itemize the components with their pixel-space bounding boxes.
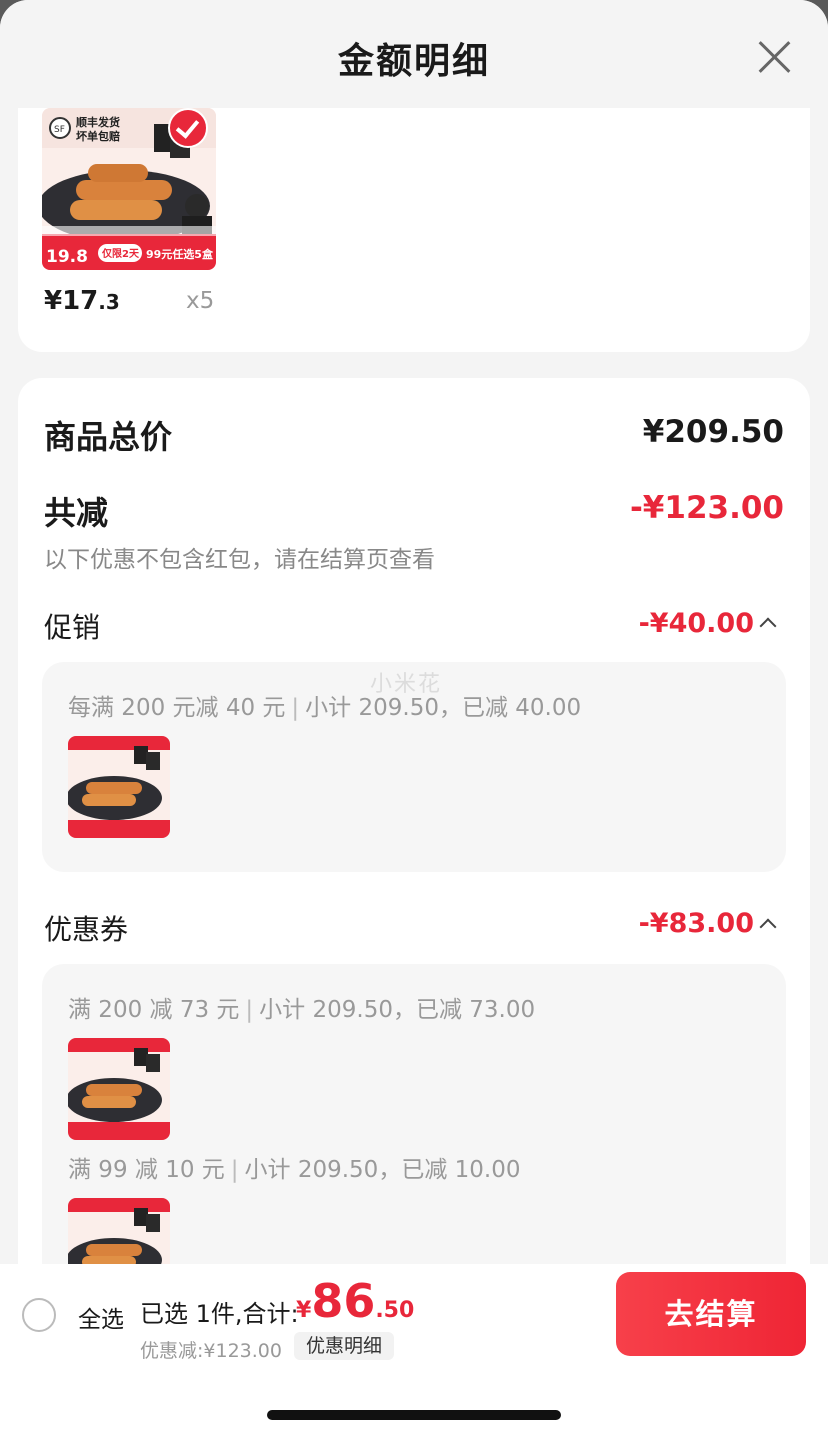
discount-detail-button[interactable]: 优惠明细 bbox=[294, 1332, 395, 1360]
total-reduce-label: 共减 bbox=[44, 494, 109, 532]
discount-summary: 优惠减:¥123.00 bbox=[140, 1340, 282, 1362]
image-offer: 99元任选5盒 bbox=[146, 247, 214, 261]
coupon-rule-1-text: 满 200 减 73 元 bbox=[68, 997, 240, 1023]
discount-note: 以下优惠不包含红包，请在结算页查看 bbox=[44, 547, 435, 573]
chevron-up-icon[interactable] bbox=[759, 617, 777, 635]
sheet-title: 金额明细 bbox=[337, 41, 490, 82]
select-all-label[interactable]: 全选 bbox=[78, 1300, 124, 1334]
image-limit: 仅限2天 bbox=[101, 247, 140, 260]
total-reduce-value: -¥123.00 bbox=[629, 490, 784, 526]
promotion-label: 促销 bbox=[44, 611, 101, 644]
promotion-rule: 每满 200 元减 40 元 | 小计 209.50，已减 40.00 bbox=[68, 695, 582, 721]
total-int: 86 bbox=[311, 1274, 376, 1328]
checkout-bar: 全选 已选 1件,合计: ¥86.50 优惠减:¥123.00 优惠明细 去结算 bbox=[0, 1264, 828, 1364]
promotion-subtotal: 小计 209.50，已减 40.00 bbox=[305, 695, 582, 721]
total-yen: ¥ bbox=[296, 1298, 312, 1323]
home-indicator[interactable] bbox=[267, 1410, 561, 1420]
total-dec: .50 bbox=[375, 1298, 415, 1323]
checkout-button[interactable]: 去结算 bbox=[616, 1272, 806, 1356]
product-price: ¥17.3 bbox=[44, 286, 120, 316]
close-icon[interactable] bbox=[756, 38, 792, 74]
total-price-label: 商品总价 bbox=[44, 418, 173, 456]
coupon-value[interactable]: -¥83.00 bbox=[639, 908, 754, 939]
coupon-product-image bbox=[68, 1038, 170, 1140]
total-price-value: ¥209.50 bbox=[642, 414, 784, 450]
total-amount: ¥86.50 bbox=[296, 1274, 414, 1328]
promotion-rule-text: 每满 200 元减 40 元 bbox=[68, 695, 286, 721]
product-quantity: x5 bbox=[186, 288, 215, 314]
coupon-rule-1-subtotal: 小计 209.50，已减 73.00 bbox=[259, 997, 536, 1023]
select-all-radio[interactable] bbox=[22, 1298, 56, 1332]
selected-check-icon[interactable] bbox=[168, 108, 208, 148]
watermark: 小米花 bbox=[370, 672, 443, 697]
coupon-rule-2: 满 99 减 10 元 | 小计 209.50，已减 10.00 bbox=[68, 1157, 521, 1183]
image-tag-1: 顺丰发货 bbox=[76, 115, 120, 129]
sf-logo-text: SF bbox=[54, 125, 65, 135]
amount-detail-sheet: 金额明细 SF 顺丰发货 坏单包赔 19.8 仅限2天 99元任选5盒 ¥17.… bbox=[0, 0, 828, 1438]
selected-summary: 已选 1件,合计: bbox=[140, 1300, 299, 1328]
product-price-int: ¥17 bbox=[44, 286, 99, 316]
coupon-label: 优惠券 bbox=[44, 913, 129, 946]
amount-details-card: 商品总价 ¥209.50 共减 -¥123.00 以下优惠不包含红包，请在结算页… bbox=[18, 378, 810, 1324]
image-price: 19.8 bbox=[46, 247, 88, 267]
sheet-header: 金额明细 bbox=[0, 0, 828, 108]
product-price-dec: .3 bbox=[98, 290, 120, 314]
coupon-rule-1: 满 200 减 73 元 | 小计 209.50，已减 73.00 bbox=[68, 997, 536, 1023]
product-card: SF 顺丰发货 坏单包赔 19.8 仅限2天 99元任选5盒 ¥17.3 x5 bbox=[18, 108, 810, 352]
promotion-product-image bbox=[68, 736, 170, 838]
coupon-rule-2-text: 满 99 减 10 元 bbox=[68, 1157, 225, 1183]
image-tag-2: 坏单包赔 bbox=[76, 129, 120, 143]
chevron-up-icon[interactable] bbox=[759, 918, 777, 936]
home-indicator-area bbox=[0, 1364, 828, 1438]
coupon-rule-2-subtotal: 小计 209.50，已减 10.00 bbox=[244, 1157, 521, 1183]
promotion-value[interactable]: -¥40.00 bbox=[639, 608, 754, 639]
